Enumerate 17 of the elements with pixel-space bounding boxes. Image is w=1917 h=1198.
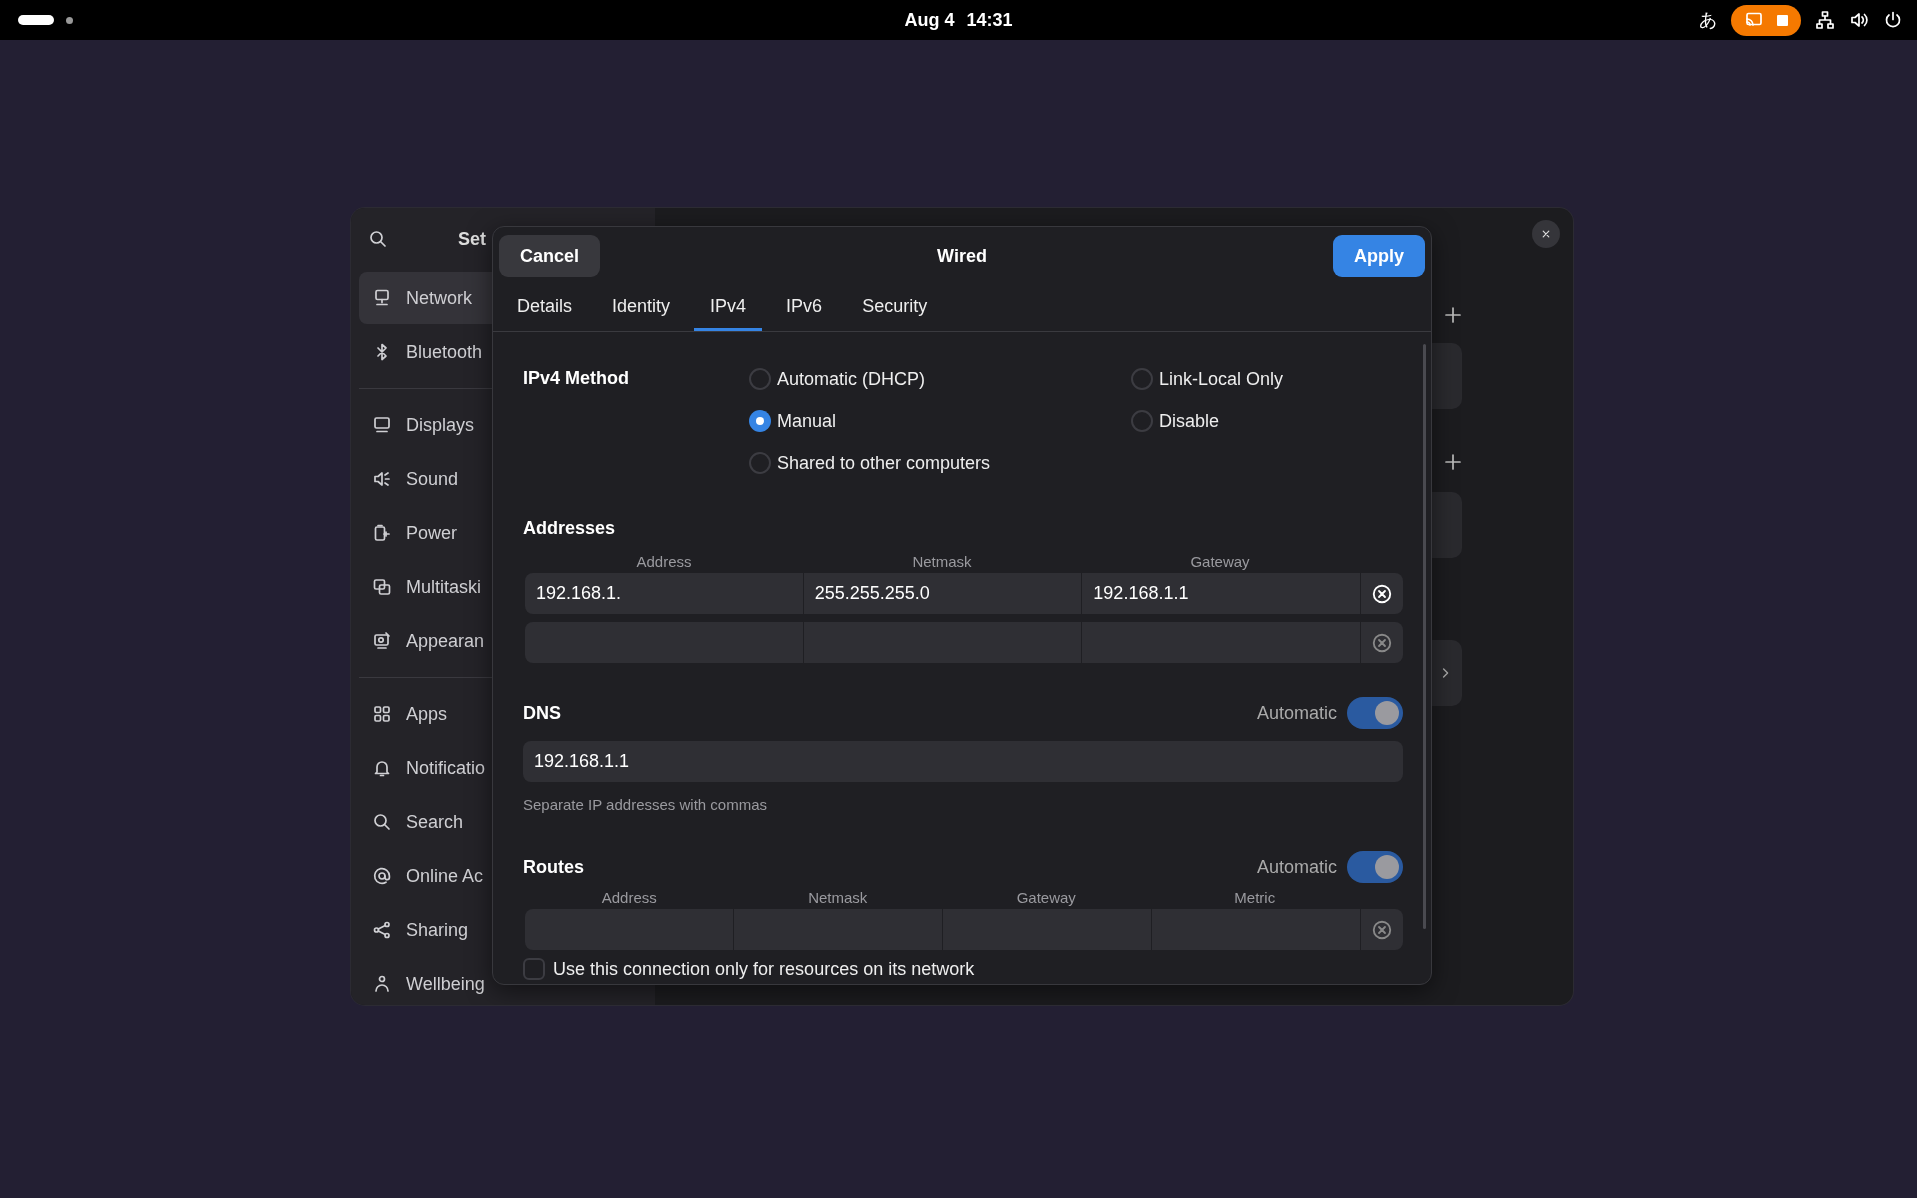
section-heading: Addresses <box>523 518 617 539</box>
column-header: Metric <box>1233 889 1277 906</box>
hint-text: Separate IP addresses with commas <box>523 796 768 813</box>
switch-label: Automatic <box>1256 702 1337 724</box>
section-heading: Routes <box>523 856 584 878</box>
section-label: IPv4 Method <box>523 367 630 390</box>
column-header: Address <box>600 889 658 906</box>
column-header: Gateway <box>1015 889 1077 906</box>
column-header: Netmask <box>911 553 973 570</box>
switch-label: Automatic <box>1256 856 1337 878</box>
dialog-title: Wired <box>937 245 987 267</box>
checkbox-label: Use this connection only for resources on its network <box>553 958 975 980</box>
column-header: Gateway <box>1189 553 1251 570</box>
column-header: Netmask <box>807 889 869 906</box>
section-heading: DNS <box>523 702 561 724</box>
window-title: Set <box>458 228 486 250</box>
column-header: Address <box>635 553 693 570</box>
